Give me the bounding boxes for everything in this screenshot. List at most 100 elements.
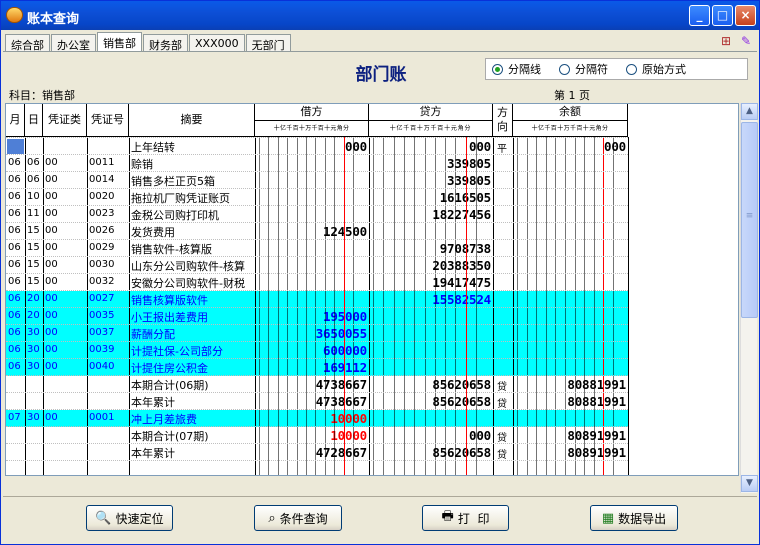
- tab-office[interactable]: 办公室: [51, 34, 96, 52]
- close-button[interactable]: ×: [735, 5, 756, 26]
- scroll-up-button[interactable]: ▲: [741, 103, 758, 120]
- header-direction: 方向: [493, 104, 513, 137]
- header-debit: 借方: [255, 104, 369, 121]
- layout-icon[interactable]: ⊞: [717, 32, 735, 50]
- row-separator: [6, 392, 628, 393]
- cell-day: 30: [27, 412, 40, 423]
- cell-voucher-type: 00: [45, 225, 58, 236]
- table-row[interactable]: 06 30 00 0037 薪酬分配 3650055: [6, 325, 628, 342]
- cell-day: 20: [27, 293, 40, 304]
- print-button[interactable]: 🖶 打 印: [422, 505, 509, 531]
- table-row[interactable]: 06 20 00 0027 销售核算版软件 15582524: [6, 291, 628, 308]
- cell-voucher-no: 0030: [89, 259, 115, 270]
- header-summary: 摘要: [129, 104, 255, 137]
- tab-xxx000[interactable]: XXX000: [189, 34, 245, 52]
- cell-voucher-type: 00: [45, 361, 58, 372]
- table-row[interactable]: 0615000029销售软件-核算版9708738: [6, 240, 628, 257]
- cell-voucher-type: 00: [45, 242, 58, 253]
- cell-direction: 贷: [497, 382, 507, 393]
- cell-summary: 薪酬分配: [131, 328, 175, 341]
- tab-sales[interactable]: 销售部: [97, 32, 142, 52]
- cell-summary: 拖拉机厂购凭证账页: [131, 192, 230, 205]
- table-row[interactable]: 06 15 00 0032 安徽分公司购软件-财税 19417475: [6, 274, 628, 291]
- tab-divider: [3, 51, 757, 52]
- ledger-grid[interactable]: 月 日 凭证类 凭证号 摘要 借方 十亿千百十万千百十元角分 贷方 十亿千百十万…: [5, 103, 739, 476]
- row-selector[interactable]: [7, 139, 24, 154]
- table-row[interactable]: 06 30 00 0040 计提住房公积金 169112: [6, 359, 628, 376]
- cell-month: 06: [8, 157, 21, 168]
- cell-day: 06: [27, 174, 40, 185]
- table-row[interactable]: 本期合计(06期) 贷 4738667 85620658 80881991: [6, 376, 628, 393]
- cell-summary: 山东分公司购软件-核算: [131, 260, 245, 273]
- cell-balance: 80881991: [567, 377, 626, 392]
- radio-separator-char[interactable]: 分隔符: [559, 61, 608, 77]
- row-separator: [6, 307, 628, 308]
- cell-voucher-no: 0040: [89, 361, 115, 372]
- table-row[interactable]: 06 20 00 0035 小王报出差费用 195000: [6, 308, 628, 325]
- quick-locate-button[interactable]: 🔍 快速定位: [86, 505, 173, 531]
- table-row[interactable]: 上年结转 平 000 000 000: [6, 138, 628, 155]
- table-row[interactable]: 06 06 00 0011 赊销 339805: [6, 155, 628, 172]
- cell-voucher-type: 00: [45, 327, 58, 338]
- radio-separator-line[interactable]: 分隔线: [492, 61, 541, 77]
- cell-summary: 上年结转: [131, 141, 175, 154]
- edit-icon[interactable]: ✎: [737, 32, 755, 50]
- display-mode-group: 分隔线 分隔符 原始方式: [485, 58, 748, 80]
- condition-query-button[interactable]: ⌕ 条件查询: [254, 505, 342, 531]
- radio-original[interactable]: 原始方式: [626, 61, 686, 77]
- tab-no-department[interactable]: 无部门: [245, 34, 291, 52]
- row-separator: [6, 154, 628, 155]
- table-row[interactable]: 0610000020拖拉机厂购凭证账页1616505: [6, 189, 628, 206]
- maximize-button[interactable]: □: [712, 5, 733, 26]
- table-row[interactable]: 本年累计 贷 4728667 85620658 80891991: [6, 444, 628, 461]
- cell-summary: 本期合计(07期): [131, 430, 209, 443]
- minimize-button[interactable]: _: [689, 5, 710, 26]
- table-row[interactable]: 06 06 00 0014 销售多栏正页5箱 339805: [6, 172, 628, 189]
- scroll-thumb[interactable]: ≡: [741, 122, 758, 318]
- cell-voucher-no: 0020: [89, 191, 115, 202]
- cell-debit: 10000: [330, 428, 367, 443]
- table-row[interactable]: 本年累计 贷 4738667 85620658 80881991: [6, 393, 628, 410]
- table-row[interactable]: 06 30 00 0039 计提社保-公司部分 600000: [6, 342, 628, 359]
- app-icon: [6, 7, 23, 23]
- page-number: 第 1 页: [554, 89, 590, 102]
- table-row[interactable]: 06 15 00 0026 发货费用 124500: [6, 223, 628, 240]
- cell-month: 06: [8, 174, 21, 185]
- row-separator: [6, 426, 628, 427]
- header-debit-units: 十亿千百十万千百十元角分: [255, 121, 369, 137]
- radio-label: 分隔符: [575, 63, 608, 76]
- subject-label: 科目：销售部: [9, 89, 75, 102]
- radio-button-checked[interactable]: [492, 63, 503, 75]
- row-separator: [6, 137, 628, 138]
- radio-button[interactable]: [559, 63, 570, 75]
- cell-credit: 339805: [447, 173, 491, 188]
- table-row[interactable]: 07 30 00 0001 冲上月差旅费 10000: [6, 410, 628, 427]
- cell-voucher-type: 00: [45, 293, 58, 304]
- table-row[interactable]: 本期合计(07期) 贷 10000 000 80891991: [6, 427, 628, 444]
- row-separator: [6, 375, 628, 376]
- table-row[interactable]: 06 15 00 0030 山东分公司购软件-核算 20388350: [6, 257, 628, 274]
- cell-balance: 80881991: [567, 394, 626, 409]
- cell-summary: 金税公司购打印机: [131, 209, 219, 222]
- tab-finance[interactable]: 财务部: [143, 34, 188, 52]
- cell-credit: 000: [469, 428, 491, 443]
- cell-month: 06: [8, 276, 21, 287]
- cell-voucher-type: 00: [45, 412, 58, 423]
- radio-button[interactable]: [626, 63, 637, 75]
- cell-balance: 80891991: [567, 445, 626, 460]
- row-separator: [6, 460, 628, 461]
- cell-voucher-type: 00: [45, 259, 58, 270]
- cell-summary: 本年累计: [131, 396, 175, 409]
- cell-month: 06: [8, 191, 21, 202]
- cell-summary: 销售软件-核算版: [131, 243, 212, 256]
- row-separator: [6, 443, 628, 444]
- table-row[interactable]: 06 11 00 0023 金税公司购打印机 18227456: [6, 206, 628, 223]
- cell-voucher-type: 00: [45, 344, 58, 355]
- cell-voucher-type: 00: [45, 276, 58, 287]
- export-data-button[interactable]: ▦ 数据导出: [590, 505, 678, 531]
- scroll-down-button[interactable]: ▼: [741, 475, 758, 492]
- cell-day: 10: [27, 191, 40, 202]
- tab-comprehensive[interactable]: 综合部: [5, 34, 50, 52]
- vertical-scrollbar[interactable]: ▲ ≡ ▼: [740, 103, 758, 493]
- cell-credit: 339805: [447, 156, 491, 171]
